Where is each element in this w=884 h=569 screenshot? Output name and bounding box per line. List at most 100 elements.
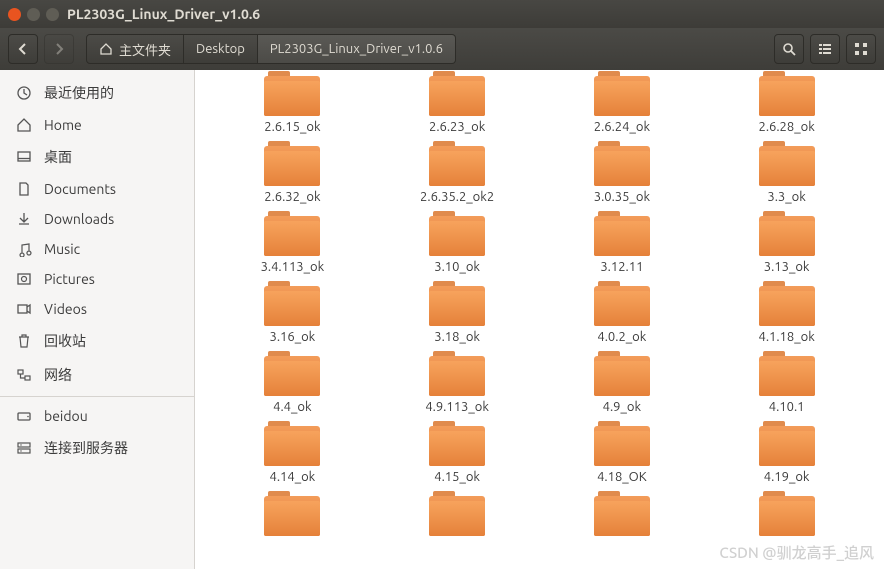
folder-item[interactable]: 3.13_ok [709,216,864,274]
sidebar-item-drive[interactable]: beidou [0,401,194,431]
folder-label: 3.18_ok [434,330,480,344]
folder-label: 4.19_ok [764,470,810,484]
folder-icon [759,496,815,536]
sidebar-item-label: 最近使用的 [44,83,114,103]
folder-item[interactable]: 4.9_ok [545,356,700,414]
view-list-button[interactable] [810,34,840,64]
sidebar-item-label: 桌面 [44,147,72,167]
folder-icon [594,286,650,326]
sidebar-item-server[interactable]: 连接到服务器 [0,431,194,465]
folder-item[interactable]: 3.16_ok [215,286,370,344]
sidebar-item-pictures[interactable]: Pictures [0,264,194,294]
folder-item[interactable]: 4.15_ok [380,426,535,484]
folder-icon [429,496,485,536]
sidebar-item-network[interactable]: 网络 [0,358,194,392]
folder-icon [594,496,650,536]
folder-item[interactable]: 3.12.11 [545,216,700,274]
window-maximize-button[interactable] [46,8,59,21]
folder-icon [594,76,650,116]
folder-item[interactable]: 4.9.113_ok [380,356,535,414]
folder-icon [759,356,815,396]
folder-item[interactable]: 3.3_ok [709,146,864,204]
folder-item[interactable]: 4.1.18_ok [709,286,864,344]
window-minimize-button[interactable] [27,8,40,21]
sidebar-item-label: beidou [44,408,88,424]
window-close-button[interactable] [8,8,21,21]
breadcrumb-label: PL2303G_Linux_Driver_v1.0.6 [270,42,443,56]
nav-forward-button[interactable] [44,34,74,64]
breadcrumb-2[interactable]: PL2303G_Linux_Driver_v1.0.6 [258,34,456,64]
sidebar-item-home[interactable]: Home [0,110,194,140]
folder-label: 3.3_ok [767,190,805,204]
folder-item[interactable]: 3.18_ok [380,286,535,344]
folder-label: 4.18_OK [597,470,647,484]
folder-label: 3.10_ok [434,260,480,274]
folder-item[interactable]: 3.4.113_ok [215,216,370,274]
chevron-left-icon [17,43,29,55]
folder-item[interactable]: 4.14_ok [215,426,370,484]
watermark: CSDN @驯龙高手_追风 [719,542,874,563]
folder-icon [759,286,815,326]
folder-item[interactable]: 2.6.28_ok [709,76,864,134]
nav-back-button[interactable] [8,34,38,64]
sidebar-item-recent[interactable]: 最近使用的 [0,76,194,110]
chevron-right-icon [53,43,65,55]
folder-label: 4.15_ok [434,470,480,484]
folder-icon [264,146,320,186]
folder-item[interactable]: 2.6.24_ok [545,76,700,134]
folder-label: 4.9_ok [603,400,641,414]
sidebar-item-download[interactable]: Downloads [0,204,194,234]
list-icon [818,42,832,56]
window-title: PL2303G_Linux_Driver_v1.0.6 [67,6,260,22]
folder-icon [594,426,650,466]
folder-item[interactable] [380,496,535,540]
doc-icon [16,181,32,197]
folder-label: 4.4_ok [273,400,311,414]
folder-icon [264,76,320,116]
sidebar-item-label: Videos [44,301,87,317]
folder-item[interactable]: 4.19_ok [709,426,864,484]
sidebar-item-desktop[interactable]: 桌面 [0,140,194,174]
search-button[interactable] [774,34,804,64]
folder-item[interactable]: 2.6.23_ok [380,76,535,134]
folder-item[interactable]: 2.6.35.2_ok2 [380,146,535,204]
folder-label: 3.16_ok [270,330,316,344]
folder-label: 4.10.1 [769,400,805,414]
breadcrumb-1[interactable]: Desktop [184,34,258,64]
folder-item[interactable]: 2.6.32_ok [215,146,370,204]
folder-item[interactable]: 4.0.2_ok [545,286,700,344]
folder-item[interactable] [215,496,370,540]
folder-icon [759,76,815,116]
sidebar-item-trash[interactable]: 回收站 [0,324,194,358]
folder-label: 3.0.35_ok [594,190,650,204]
folder-item[interactable]: 3.0.35_ok [545,146,700,204]
folder-icon [429,76,485,116]
sidebar-item-label: 回收站 [44,331,86,351]
download-icon [16,211,32,227]
folder-icon [264,286,320,326]
sidebar: 最近使用的 Home 桌面 DocumentsDownloadsMusicPictur… [0,70,195,569]
folder-item[interactable] [709,496,864,540]
file-area[interactable]: 2.6.15_ok 2.6.23_ok 2.6.24_ok2.6.28_ok 2.6.… [195,70,884,569]
folder-icon [429,286,485,326]
grid-icon [854,42,868,56]
sidebar-item-doc[interactable]: Documents [0,174,194,204]
folder-item[interactable]: 4.4_ok [215,356,370,414]
breadcrumb-label: Desktop [196,42,245,56]
folder-item[interactable]: 2.6.15_ok [215,76,370,134]
folder-item[interactable] [545,496,700,540]
folder-label: 2.6.23_ok [429,120,485,134]
view-grid-button[interactable] [846,34,876,64]
folder-item[interactable]: 4.18_OK [545,426,700,484]
sidebar-item-videos[interactable]: Videos [0,294,194,324]
home-icon [16,117,32,133]
folder-icon [264,356,320,396]
folder-icon [429,216,485,256]
folder-label: 4.0.2_ok [597,330,646,344]
search-icon [782,42,796,56]
sidebar-item-music[interactable]: Music [0,234,194,264]
folder-item[interactable]: 3.10_ok [380,216,535,274]
folder-label: 4.14_ok [270,470,316,484]
folder-item[interactable]: 4.10.1 [709,356,864,414]
breadcrumb-0[interactable]: 主文件夹 [86,34,184,64]
